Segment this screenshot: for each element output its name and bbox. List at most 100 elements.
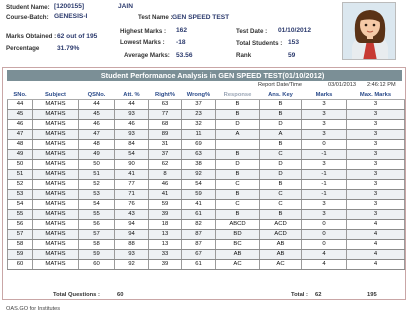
rank-label: Rank [236,52,252,59]
table-cell: D [259,119,302,130]
table-cell: 93 [114,249,149,260]
table-row: 49 MATHS 49 54 37 63 B C -1 3 [7,149,405,160]
table-cell: 55 [78,209,115,220]
table-cell: AB [259,249,302,260]
total-marks: 62 [315,292,322,298]
student-name-label: Student Name: [6,4,50,11]
table-cell: 77 [114,179,149,190]
table-cell: 93 [114,109,149,120]
table-cell: ABCD [215,219,260,230]
table-row: 51 MATHS 51 41 8 92 B D -1 3 [7,169,405,180]
table-cell: 44 [78,99,115,110]
table-cell: 37 [148,149,182,160]
student-avatar [342,2,396,60]
percentage-value: 31.79% [57,45,80,52]
total-max-marks: 195 [367,292,377,298]
table-cell: 68 [148,119,182,130]
table-cell: AC [215,259,260,270]
table-cell: 18 [148,219,182,230]
table-cell: 41 [148,189,182,200]
table-cell: 3 [301,159,347,170]
footer-text: OAS.GO for Institutes [6,306,61,312]
table-cell: B [215,109,260,120]
table-cell: 59 [7,249,33,260]
table-cell: 76 [114,199,149,210]
column-header: Right% [148,91,182,100]
table-cell: 92 [181,169,216,180]
table-cell: 3 [301,199,347,210]
table-cell: 3 [346,199,405,210]
table-cell: -1 [301,179,347,190]
table-cell: 69 [181,139,216,150]
table-cell: D [215,119,260,130]
table-cell: 0 [301,229,347,240]
table-cell: 13 [148,229,182,240]
table-cell: 0 [301,239,347,250]
table-cell: -1 [301,149,347,160]
table-cell: MATHS [32,159,79,170]
table-cell: 67 [181,249,216,260]
total-questions-label: Total Questions : [53,292,100,298]
lowest-marks-label: Lowest Marks : [120,39,165,46]
average-marks-label: Average Marks: [124,52,170,59]
table-cell: 87 [181,229,216,240]
table-cell: 82 [181,219,216,230]
table-cell: MATHS [32,109,79,120]
column-header: Max. Marks [346,91,405,100]
table-cell: 90 [114,159,149,170]
table-row: 55 MATHS 55 43 39 61 B B 3 3 [7,209,405,220]
table-cell: 3 [346,99,405,110]
table-cell: MATHS [32,139,79,150]
table-cell: B [215,189,260,200]
column-header: Subject [32,91,79,100]
percentage-label: Percentage [6,45,40,52]
course-batch: GENESIS-I [54,13,88,20]
table-cell: 39 [148,209,182,220]
table-cell: 3 [346,179,405,190]
marks-obtained: 62 out of 195 [57,33,98,40]
column-header: Wrong% [181,91,216,100]
table-cell: 63 [181,149,216,160]
table-cell: 3 [346,189,405,200]
table-cell: 37 [181,99,216,110]
table-cell: B [215,169,260,180]
performance-report: Student Performance Analysis in GEN SPEE… [2,67,406,300]
table-cell: 61 [181,259,216,270]
table-cell: B [259,179,302,190]
table-cell: 49 [7,149,33,160]
table-cell: A [215,129,260,140]
column-header: Marks [301,91,347,100]
student-info-panel: Student Name: [1200155] JAIN Course-Batc… [0,0,410,66]
table-cell: 62 [148,159,182,170]
table-cell: 45 [78,109,115,120]
table-cell: 3 [301,209,347,220]
table-cell: 3 [346,109,405,120]
table-cell: 45 [7,109,33,120]
table-cell: 56 [7,219,33,230]
table-cell: MATHS [32,99,79,110]
table-cell: BC [215,239,260,250]
table-cell: 41 [114,169,149,180]
table-cell: BD [215,229,260,240]
report-date: 03/01/2013 [328,82,356,88]
table-row: 53 MATHS 53 71 41 59 B C -1 3 [7,189,405,200]
test-date-label: Test Date : [236,28,268,35]
table-cell: 59 [148,199,182,210]
table-cell: 3 [346,119,405,130]
table-cell: 3 [301,99,347,110]
table-row: 44 MATHS 44 44 63 37 B B 3 3 [7,99,405,110]
table-cell: 46 [7,119,33,130]
column-header: QSNo. [78,91,115,100]
table-cell: AB [215,249,260,260]
report-title-bar: Student Performance Analysis in GEN SPEE… [7,70,402,81]
table-cell: B [215,209,260,220]
table-cell: MATHS [32,179,79,190]
avatar-illustration [343,3,395,59]
column-header: Response [215,91,260,100]
table-cell: 50 [78,159,115,170]
table-cell: 46 [148,179,182,190]
table-cell: 4 [346,259,405,270]
table-cell: 3 [346,169,405,180]
table-cell: MATHS [32,239,79,250]
table-cell: 56 [78,219,115,230]
